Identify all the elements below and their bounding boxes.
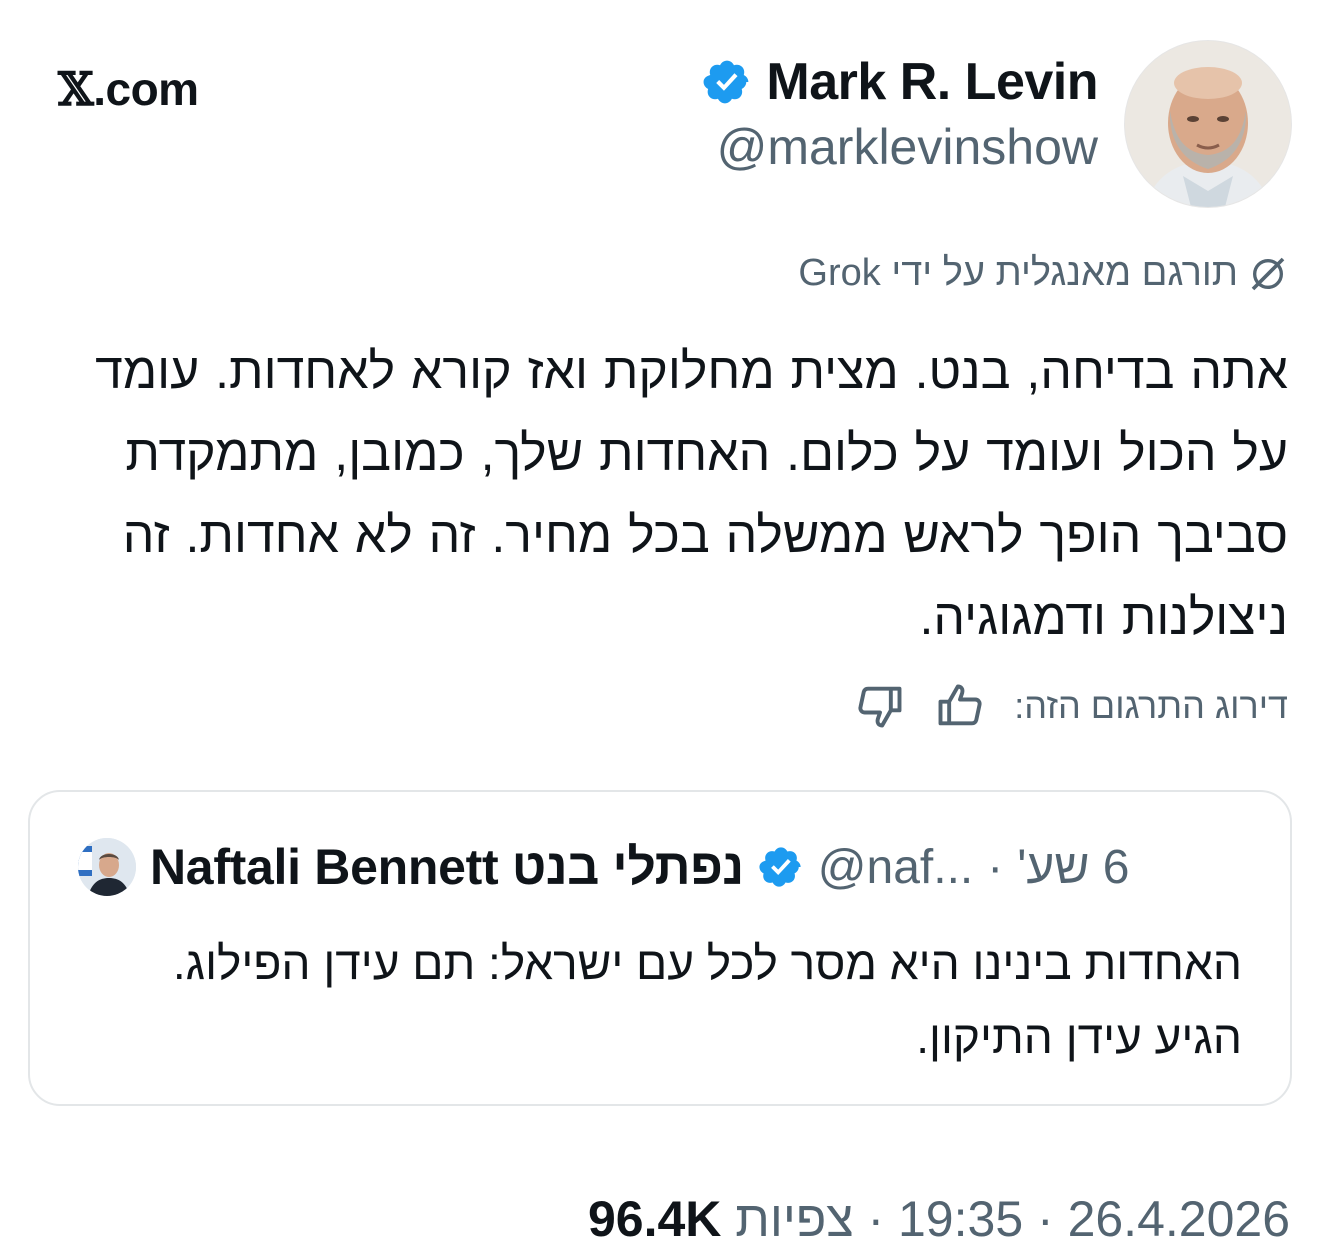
avatar — [78, 838, 136, 896]
brand-logo: 𝕏.com — [58, 62, 199, 116]
tweet-author[interactable]: Mark R. Levin @marklevinshow — [702, 52, 1098, 176]
translation-label: תורגם מאנגלית על ידי Grok — [798, 252, 1238, 294]
verified-badge-icon — [703, 60, 749, 104]
meta-separator: · — [987, 840, 1004, 894]
quoted-tweet[interactable]: Naftali Bennett נפתלי בנט @naf... · 6 שע… — [28, 790, 1292, 1106]
quoted-tweet-time: 6 שע' — [1017, 840, 1130, 894]
x-logo-icon: 𝕏 — [58, 62, 94, 116]
meta-separator: · — [853, 1191, 898, 1247]
avatar[interactable] — [1124, 40, 1292, 208]
tweet-text: אתה בדיחה, בנט. מצית מחלוקת ואז קורא לאח… — [95, 343, 1288, 645]
thumbs-down-icon[interactable] — [854, 680, 906, 732]
meta-separator: · — [1023, 1191, 1068, 1247]
grok-icon — [1251, 257, 1285, 290]
rating-label: דירוג התרגום הזה: — [1014, 685, 1288, 726]
translation-notice[interactable]: תורגם מאנגלית על ידי Grok — [798, 252, 1288, 295]
tweet-meta: 26.4.2026 · 19:35 · צפיות 96.4K — [588, 1190, 1290, 1248]
verified-badge-icon — [759, 847, 801, 887]
tweet-date[interactable]: 26.4.2026 — [1068, 1191, 1290, 1247]
views-label: צפיות — [735, 1191, 854, 1247]
quoted-tweet-text: האחדות בינינו היא מסר לכל עם ישראל: תם ע… — [172, 937, 1242, 1063]
quoted-author-name: Naftali Bennett נפתלי בנט — [150, 839, 744, 895]
author-handle: @marklevinshow — [716, 119, 1098, 175]
quoted-author-handle: @naf... — [817, 840, 974, 894]
views-count: 96.4K — [587, 1191, 722, 1247]
quoted-tweet-header: Naftali Bennett נפתלי בנט @naf... · 6 שע… — [78, 838, 1129, 896]
brand-domain: .com — [93, 63, 199, 115]
tweet-time[interactable]: 19:35 — [898, 1191, 1023, 1247]
author-avatar-image — [1125, 41, 1291, 207]
thumbs-up-icon[interactable] — [934, 680, 986, 732]
translation-rating: דירוג התרגום הזה: — [854, 680, 1288, 732]
author-name: Mark R. Levin — [766, 53, 1098, 111]
quoted-avatar-image — [78, 838, 136, 896]
